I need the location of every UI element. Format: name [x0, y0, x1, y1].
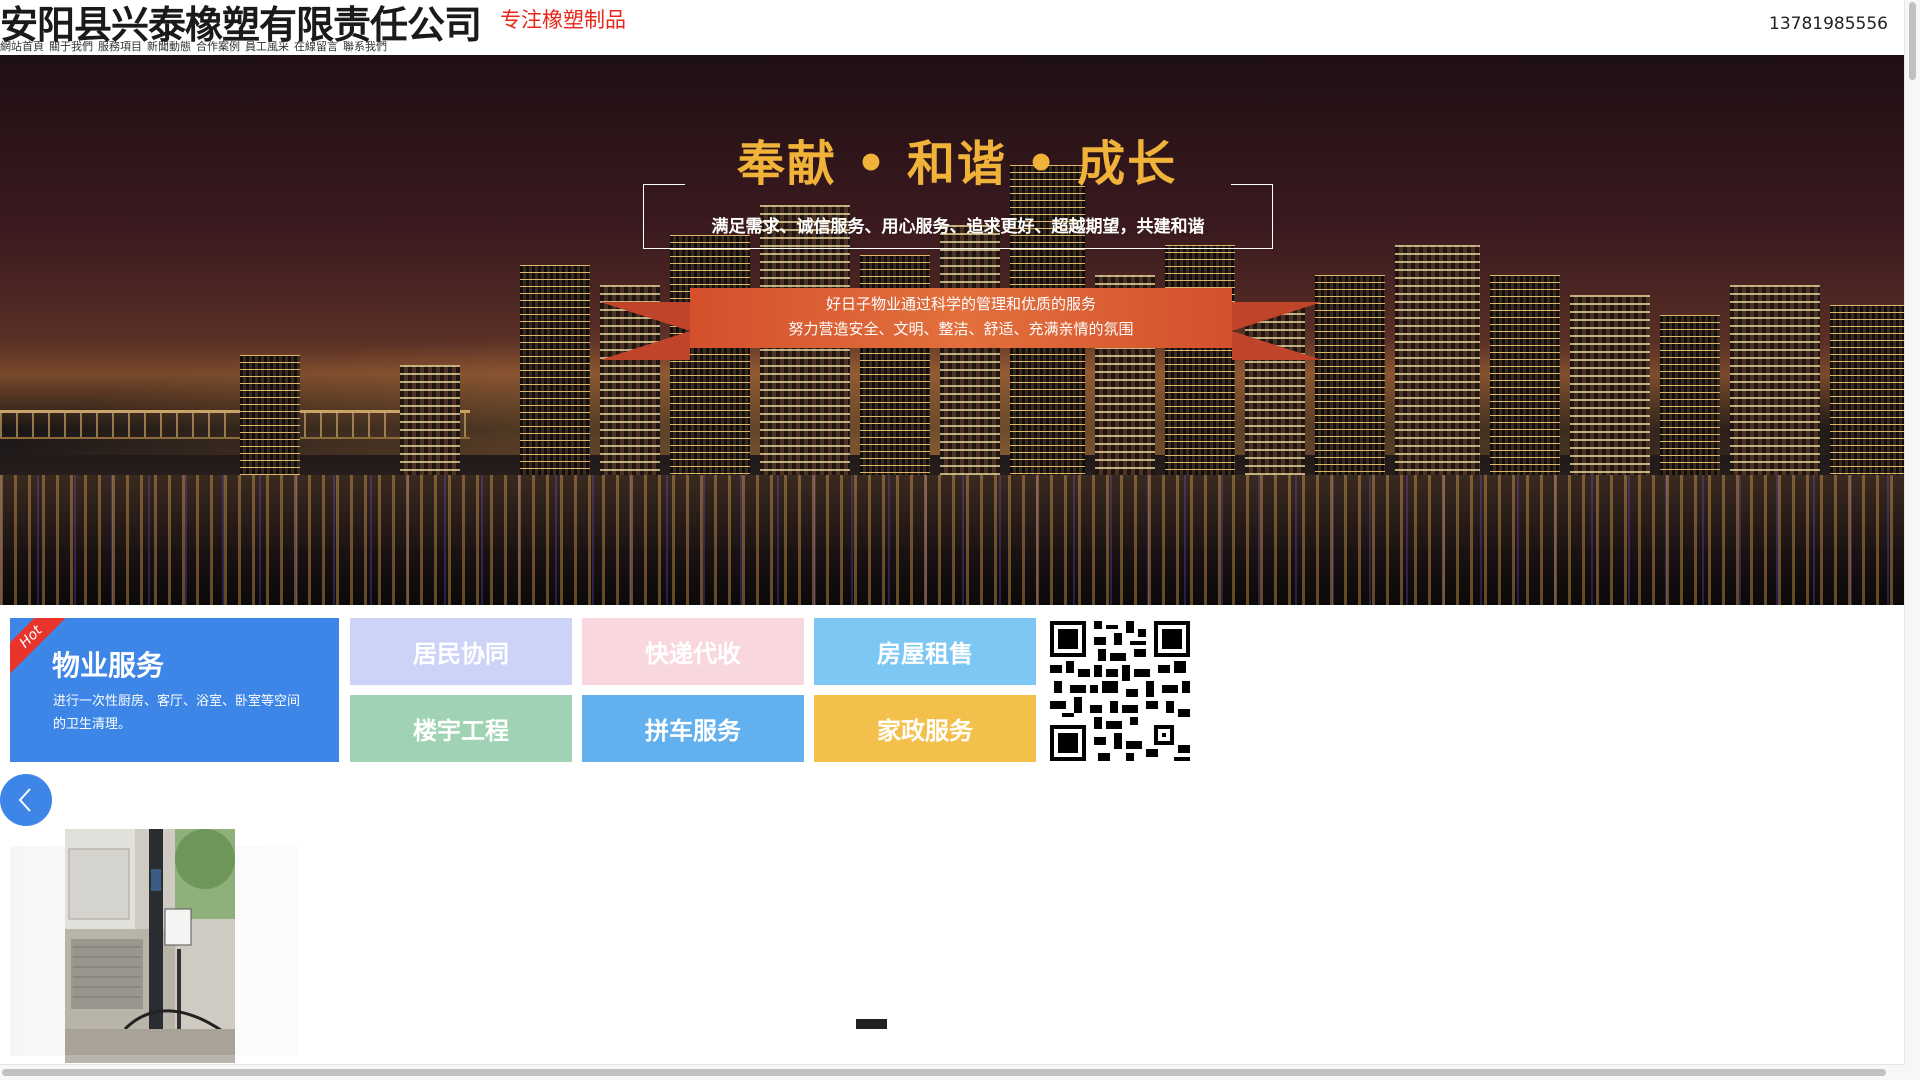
banner-subtitle: 满足需求、诚信服务、用心服务、追求更好、超越期望，共建和谐: [711, 217, 1205, 237]
building: [1660, 315, 1720, 475]
hot-service-card[interactable]: Hot 物业服务 进行一次性厨房、客厅、浴室、卧室等空间的卫生清理。: [10, 618, 339, 762]
hot-service-description: 进行一次性厨房、客厅、浴室、卧室等空间的卫生清理。: [53, 694, 301, 732]
nav-message[interactable]: 在線留言: [294, 38, 338, 54]
slogan: 专注橡塑制品: [500, 8, 626, 32]
tile-housekeeping[interactable]: 家政服务: [814, 695, 1036, 762]
banner-title: 奉献 • 和谐 • 成长: [736, 136, 1178, 192]
site-header: 安阳县兴泰橡塑有限责任公司 专注橡塑制品 網站首頁 關于我們 服務項目 新聞動態…: [0, 0, 1905, 55]
tile-carpool-service[interactable]: 拼车服务: [582, 695, 804, 762]
building: [240, 355, 300, 475]
building: [1830, 305, 1905, 475]
ribbon-text-line1: 好日子物业通过科学的管理和优质的服务: [825, 295, 1096, 313]
nav-cases[interactable]: 合作案例: [196, 38, 240, 54]
tile-parcel-collection[interactable]: 快递代收: [582, 618, 804, 685]
slider-pagination-dot[interactable]: [856, 1019, 887, 1029]
qr-code-icon: [1050, 620, 1190, 762]
nav-staff[interactable]: 員工風采: [245, 38, 289, 54]
slider-photo-caption-bar: [65, 1055, 235, 1063]
horizontal-scrollbar[interactable]: [0, 1064, 1905, 1080]
horizontal-scroll-thumb[interactable]: [2, 1069, 1886, 1076]
nav-home[interactable]: 網站首頁: [0, 38, 44, 54]
building: [1315, 275, 1385, 475]
building: [1165, 245, 1235, 475]
building: [520, 265, 590, 475]
building: [1730, 285, 1820, 475]
water-reflection: [0, 475, 1905, 605]
phone-number: 13781985556: [1769, 14, 1888, 34]
tile-resident-cooperation[interactable]: 居民协同: [350, 618, 572, 685]
slider-photo[interactable]: [65, 829, 235, 1055]
main-nav: 網站首頁 關于我們 服務項目 新聞動態 合作案例 員工風采 在線留言 聯系我們: [0, 38, 387, 54]
vertical-scroll-thumb[interactable]: [1909, 2, 1916, 80]
ribbon-text-line2: 努力营造安全、文明、整洁、舒适、充满亲情的氛围: [788, 320, 1134, 338]
building: [400, 365, 460, 475]
nav-services[interactable]: 服務項目: [98, 38, 142, 54]
tile-building-engineering[interactable]: 楼宇工程: [350, 695, 572, 762]
tile-housing-rental[interactable]: 房屋租售: [814, 618, 1036, 685]
building: [1395, 245, 1480, 475]
nav-contact[interactable]: 聯系我們: [343, 38, 387, 54]
nav-news[interactable]: 新聞動態: [147, 38, 191, 54]
hot-service-title: 物业服务: [52, 649, 165, 682]
nav-about[interactable]: 關于我們: [49, 38, 93, 54]
chevron-left-icon: [18, 788, 31, 812]
slider-prev-button[interactable]: [0, 774, 52, 826]
ev-charger-photo: [65, 829, 235, 1055]
vertical-scrollbar[interactable]: [1904, 0, 1920, 1080]
building: [1490, 275, 1560, 475]
building: [1570, 295, 1650, 475]
